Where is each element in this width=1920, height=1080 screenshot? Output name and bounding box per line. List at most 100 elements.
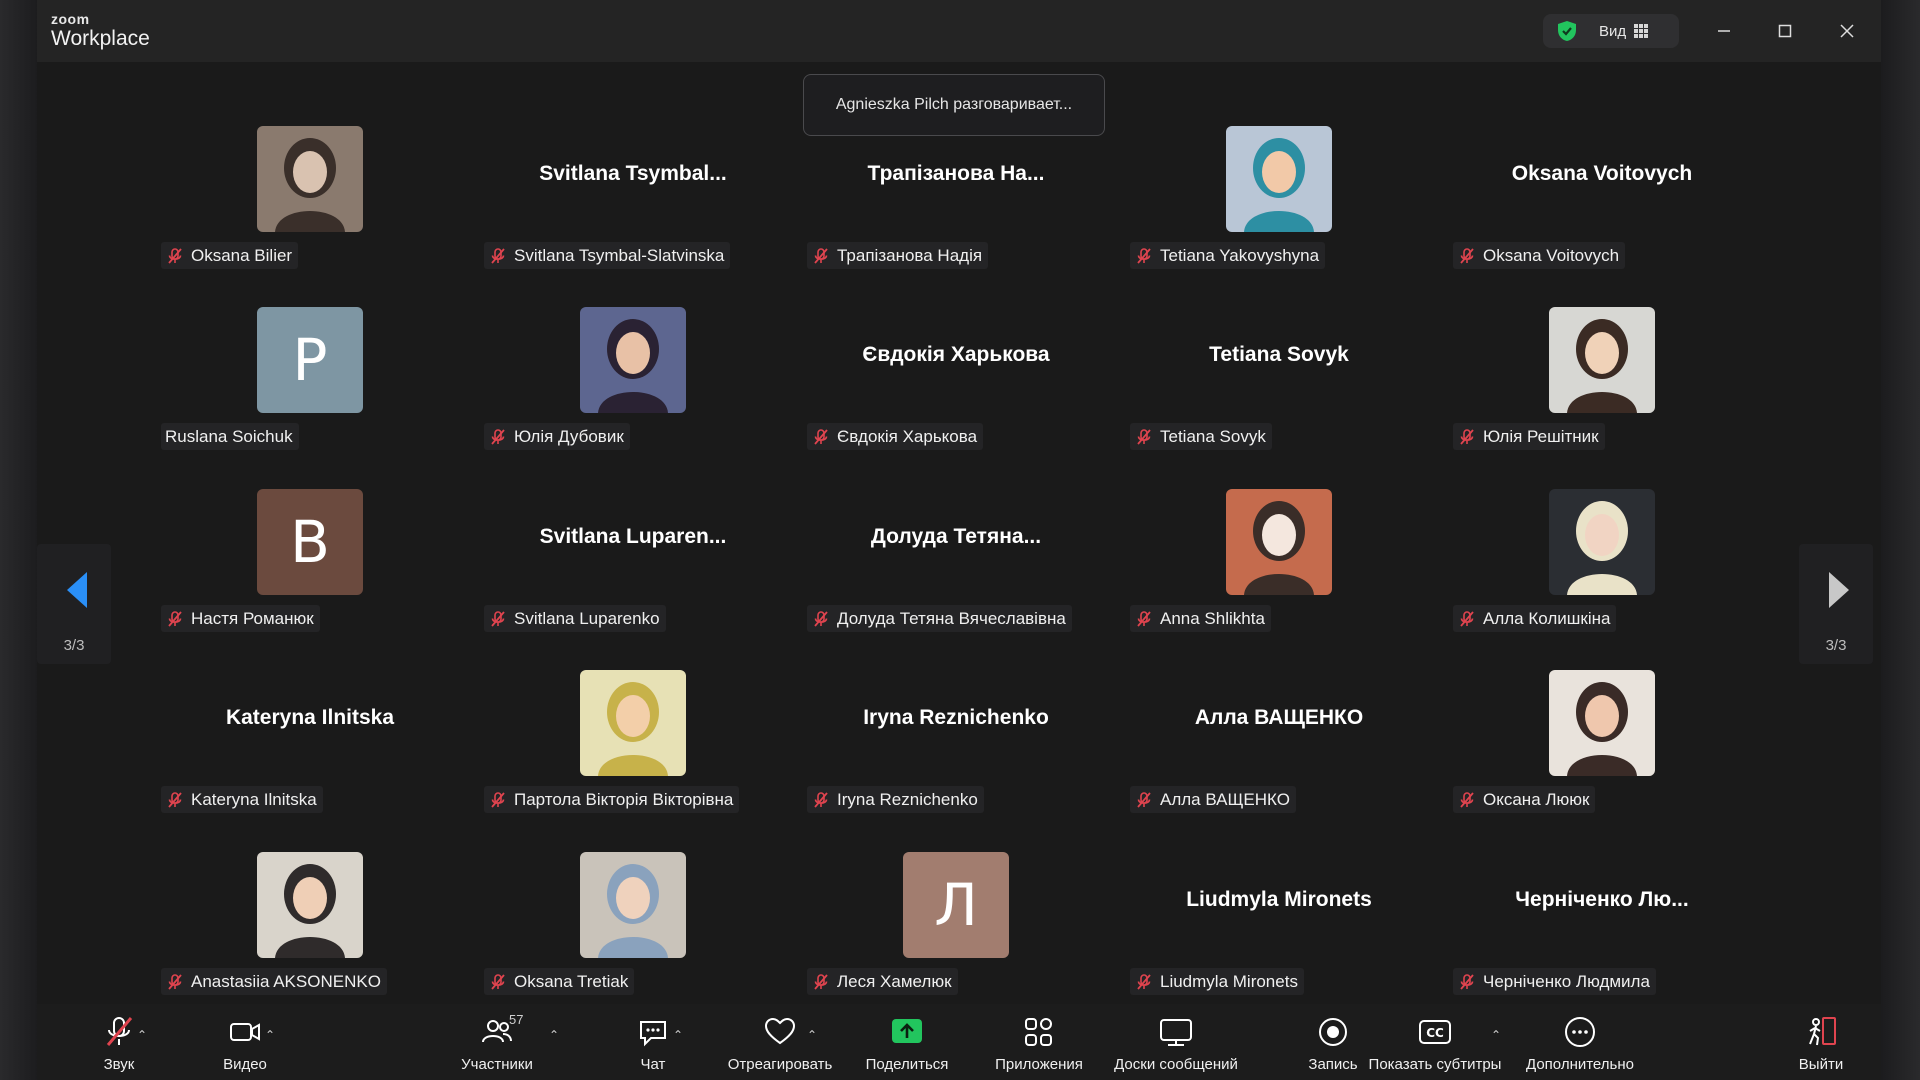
more-button[interactable]: Дополнительно	[1517, 1014, 1643, 1076]
participant-name-label: Настя Романюк	[161, 605, 320, 632]
participant-name: Svitlana Luparenko	[514, 608, 660, 628]
participant-tile[interactable]: Svitlana Tsymbal... Svitlana Tsymbal-Slat…	[472, 126, 732, 276]
participant-tile[interactable]: Юлія Дубовик	[472, 307, 732, 457]
page-indicator-right: 3/3	[1825, 637, 1847, 654]
more-label: Дополнительно	[1526, 1056, 1634, 1073]
chat-button[interactable]: Чат	[603, 1014, 703, 1076]
participant-display-name: Долуда Тетяна...	[870, 525, 1042, 548]
mic-muted-icon	[1460, 791, 1474, 808]
participants-label: Участники	[461, 1056, 533, 1073]
view-button[interactable]: Вид	[1543, 14, 1679, 48]
participant-tile[interactable]: Kateryna Ilnitska Kateryna Ilnitska	[149, 670, 409, 820]
mic-muted-icon	[168, 610, 182, 627]
leave-icon	[1809, 1017, 1836, 1046]
mic-muted-icon	[814, 610, 828, 627]
participant-display-name: Трапізанова На...	[867, 162, 1045, 185]
gallery-view: Agnieszka Pilch разговаривает... 3/3 3/3…	[37, 62, 1881, 1004]
participant-name: Юлія Дубовик	[514, 426, 624, 446]
participant-tile[interactable]: Черніченко Лю... Черніченко Людмила	[1441, 852, 1701, 1002]
whiteboards-button[interactable]: Доски сообщений	[1103, 1014, 1249, 1076]
participant-tile[interactable]: Oksana Voitovych Oksana Voitovych	[1441, 126, 1701, 276]
mic-muted-icon	[814, 247, 828, 264]
mic-muted-icon	[168, 247, 182, 264]
participant-name: Tetiana Sovyk	[1160, 426, 1266, 446]
participant-tile[interactable]: Tetiana Yakovyshyna	[1118, 126, 1378, 276]
participant-tile[interactable]: Алла Колишкіна	[1441, 489, 1701, 639]
participant-name-label: Євдокія Харькова	[807, 423, 984, 450]
mic-muted-icon	[491, 247, 505, 264]
participant-tile[interactable]: P Ruslana Soichuk	[149, 307, 409, 457]
participant-name: Леся Хамелюк	[837, 971, 952, 991]
participant-tile[interactable]: Tetiana Sovyk Tetiana Sovyk	[1118, 307, 1378, 457]
record-icon	[1319, 1018, 1347, 1046]
participant-name-label: Черніченко Людмила	[1453, 968, 1656, 995]
participant-name-label: Tetiana Sovyk	[1130, 423, 1272, 450]
react-options-caret[interactable]: ⌃	[807, 1028, 817, 1042]
participant-tile[interactable]: Л Леся Хамелюк	[795, 852, 1055, 1002]
next-page-button[interactable]: 3/3	[1799, 544, 1873, 664]
maximize-button[interactable]	[1770, 16, 1800, 46]
participant-tile[interactable]: Oksana Bilier	[149, 126, 409, 276]
minimize-button[interactable]	[1709, 16, 1739, 46]
participant-tile[interactable]: Iryna Reznichenko Iryna Reznichenko	[795, 670, 1055, 820]
react-label: Отреагировать	[727, 1056, 833, 1073]
participant-tile[interactable]: Євдокія Харькова Євдокія Харькова	[795, 307, 1055, 457]
audio-options-caret[interactable]: ⌃	[137, 1028, 147, 1042]
video-button[interactable]: Видео	[197, 1014, 293, 1076]
screen-frame: zoom Workplace Вид Agnieszka Pilch разго…	[0, 0, 1920, 1080]
whiteboard-icon	[1160, 1019, 1192, 1046]
previous-page-button[interactable]: 3/3	[37, 544, 111, 664]
close-button[interactable]	[1832, 16, 1862, 46]
participant-name: Юлія Решітник	[1483, 426, 1599, 446]
participant-name-label: Anna Shlikhta	[1130, 605, 1271, 632]
participant-tile[interactable]: Anna Shlikhta	[1118, 489, 1378, 639]
captions-label: Показать субтитры	[1368, 1056, 1502, 1073]
participant-photo	[580, 670, 686, 776]
participant-tile[interactable]: Оксана Лююк	[1441, 670, 1701, 820]
chat-options-caret[interactable]: ⌃	[673, 1028, 683, 1042]
participant-name: Партола Вікторія Вікторівна	[514, 789, 734, 809]
participant-name: Oksana Voitovych	[1483, 245, 1620, 265]
participant-name: Євдокія Харькова	[837, 426, 978, 446]
participant-name-label: Tetiana Yakovyshyna	[1130, 242, 1326, 269]
react-button[interactable]: Отреагировать	[705, 1014, 855, 1076]
avatar-initial: Л	[903, 852, 1009, 958]
participant-name-label: Iryna Reznichenko	[807, 786, 984, 813]
captions-icon: CC	[1419, 1020, 1451, 1044]
participant-name-label: Svitlana Luparenko	[484, 605, 666, 632]
captions-button[interactable]: CC Показать субтитры	[1355, 1014, 1515, 1076]
mic-muted-icon	[814, 791, 828, 808]
participant-tile[interactable]: Svitlana Luparen... Svitlana Luparenko	[472, 489, 732, 639]
arrow-left-icon	[67, 572, 87, 608]
participant-initial-avatar: Л	[903, 852, 1009, 958]
audio-button[interactable]: Звук	[71, 1014, 167, 1076]
participant-tile[interactable]: Партола Вікторія Вікторівна	[472, 670, 740, 820]
page-indicator-left: 3/3	[63, 637, 85, 654]
participant-name-label: Liudmyla Mironets	[1130, 968, 1304, 995]
participant-tile[interactable]: Алла ВАЩЕНКО Алла ВАЩЕНКО	[1118, 670, 1378, 820]
share-button[interactable]: Поделиться	[845, 1014, 969, 1076]
participants-button[interactable]: 57 Участники	[437, 1012, 557, 1076]
participant-display-name: Liudmyla Mironets	[1186, 888, 1372, 911]
participant-tile[interactable]: B Настя Романюк	[149, 489, 409, 639]
captions-options-caret[interactable]: ⌃	[1491, 1028, 1501, 1042]
participant-display-name: Kateryna Ilnitska	[225, 706, 395, 729]
apps-button[interactable]: Приложения	[977, 1014, 1101, 1076]
participant-tile[interactable]: Трапізанова На... Трапізанова Надія	[795, 126, 1055, 276]
participant-photo	[257, 852, 363, 958]
participants-options-caret[interactable]: ⌃	[549, 1028, 559, 1042]
view-label: Вид	[1599, 22, 1627, 40]
participant-name-label: Леся Хамелюк	[807, 968, 958, 995]
participant-tile[interactable]: Юлія Решітник	[1441, 307, 1701, 457]
video-options-caret[interactable]: ⌃	[265, 1028, 275, 1042]
participant-tile[interactable]: Долуда Тетяна... Долуда Тетяна Вячеславів…	[795, 489, 1072, 639]
avatar-initial: P	[257, 307, 363, 413]
participant-tile[interactable]: Oksana Tretiak	[472, 852, 732, 1002]
participant-display-name: Tetiana Sovyk	[1209, 343, 1349, 366]
mic-muted-icon	[491, 791, 505, 808]
participant-tile[interactable]: Anastasiia AKSONENKO	[149, 852, 409, 1002]
mic-muted-icon	[814, 973, 828, 990]
participant-tile[interactable]: Liudmyla Mironets Liudmyla Mironets	[1118, 852, 1378, 1002]
leave-button[interactable]: Выйти	[1781, 1014, 1861, 1076]
participant-display-name: Oksana Voitovych	[1511, 162, 1693, 185]
